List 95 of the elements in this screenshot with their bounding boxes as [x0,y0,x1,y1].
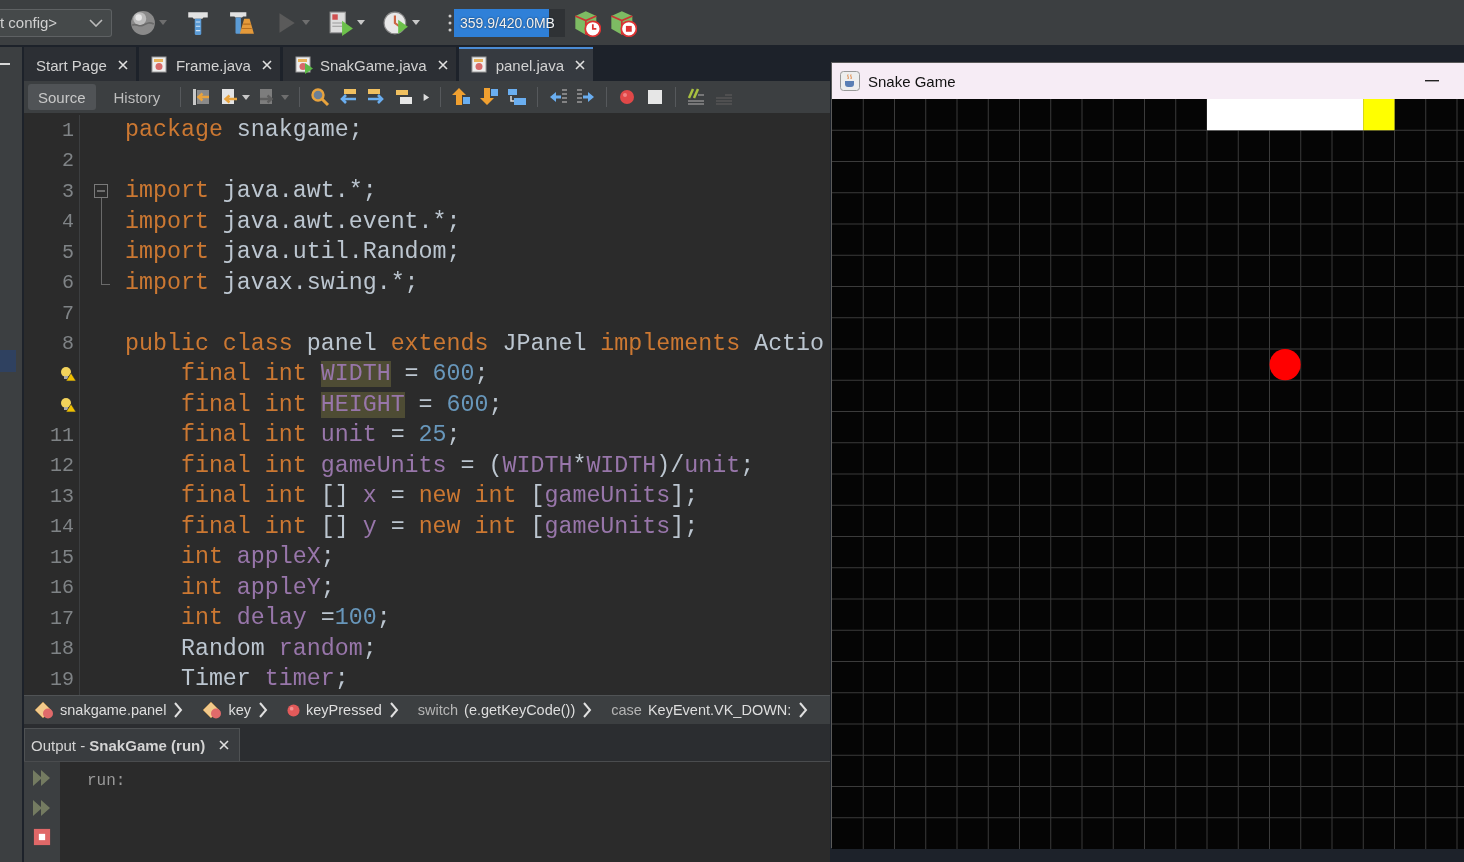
down-arrow-icon[interactable] [479,87,500,107]
editor-tab[interactable]: SnakGame.java [282,47,456,81]
editor-tab[interactable]: panel.java [458,47,594,81]
caret-icon[interactable] [412,20,420,25]
line-number: 5 [62,240,74,264]
file-icon [470,56,489,74]
bulb-warning-icon[interactable] [60,396,76,413]
code-line: final int [] y = new int [gameUnits]; [179,512,699,541]
fold-toggle[interactable] [94,184,108,198]
code-line: import java.awt.event.*; [125,207,461,236]
line-number: 18 [50,637,74,661]
line-number: 17 [50,606,74,630]
caret-icon[interactable] [357,20,365,25]
line-number: 14 [50,515,74,539]
code-line: int appleX; [179,543,335,572]
breadcrumb-item[interactable]: key [202,701,251,719]
class-icon [34,701,54,719]
view-tab[interactable]: History [103,84,171,110]
hammer-broom-icon[interactable] [229,9,255,36]
stop-icon[interactable] [33,828,51,846]
blocks-icon[interactable] [507,87,528,107]
window-title: Snake Game [868,72,956,90]
close-icon[interactable] [117,60,128,70]
code-line: int delay =100; [179,604,391,633]
line-number: 4 [62,210,74,234]
chevron-down-icon [89,18,103,27]
code-line: Timer timer; [179,665,349,694]
line-number: 7 [62,301,74,325]
output-tab[interactable]: Output - SnakGame (run) [24,728,241,761]
grip-icon[interactable] [448,12,452,33]
line-number: 8 [62,332,74,356]
code-line: public class panel extends JPanel implements Actio [125,329,825,358]
close-icon[interactable] [437,60,448,70]
chevron-icon[interactable] [388,702,399,718]
code-line: Random random; [179,634,377,663]
cube-clock-icon[interactable] [573,8,601,37]
bulb-warning-icon[interactable] [60,366,76,383]
close-icon[interactable] [219,740,230,750]
code-line: int appleY; [179,573,335,602]
code-line: final int [] x = new int [gameUnits]; [179,482,699,511]
search-icon[interactable] [310,87,331,107]
triangle-icon[interactable] [422,93,431,101]
output-text: run: [87,772,126,790]
configuration-dropdown[interactable]: t config> [0,8,112,37]
dot-icon [287,703,300,717]
globe-icon[interactable] [130,9,156,36]
highlight-icon[interactable] [394,87,415,107]
apple [1269,349,1301,381]
close-icon[interactable] [575,60,586,70]
hammer-icon[interactable] [185,9,211,36]
code-line: final int unit = 25; [179,421,461,450]
file-icon [150,56,169,74]
code-line: final int WIDTH = 600; [179,360,489,389]
class-icon [202,701,223,719]
comment-icon[interactable] [686,87,707,107]
code-line: package snakgame; [125,116,363,145]
line-number: 16 [50,576,74,600]
close-icon[interactable] [261,60,272,70]
code-line: final int gameUnits = (WIDTH*WIDTH)/unit; [179,451,755,480]
side-strip-marker [0,350,16,372]
line-number: 19 [50,667,74,691]
line-number: 12 [50,454,74,478]
line-number: 3 [62,179,74,203]
code-line: import java.awt.*; [125,177,377,206]
line-number: 11 [50,423,74,447]
code-line: import javax.swing.*; [125,268,419,297]
line-number: 13 [50,484,74,508]
chevron-icon[interactable] [258,702,268,718]
breadcrumb-item[interactable]: switch (e.getKeyCode()) [417,702,576,718]
up-arrow-icon[interactable] [451,87,472,107]
editor-tab[interactable]: Start Page [24,47,136,81]
clock-play-icon[interactable] [383,9,409,36]
line-number: 1 [62,118,74,142]
line-number: 15 [50,545,74,569]
line-number: 6 [62,271,74,295]
code-line: final int HEIGHT = 600; [179,390,503,419]
cup-icon [840,71,860,91]
breadcrumb-item[interactable]: keyPressed [287,702,382,718]
editor-tab[interactable]: Frame.java [138,47,280,81]
minimize-icon[interactable] [1425,80,1439,82]
caret-icon[interactable] [242,94,251,100]
bar-arrow-icon[interactable] [191,87,212,107]
line-number: 2 [62,149,74,173]
cube-stop-icon[interactable] [609,8,637,37]
document-play-icon[interactable] [328,9,354,36]
breadcrumb-item[interactable]: case KeyEvent.VK_DOWN: [611,702,792,718]
file-play-icon [294,56,313,74]
view-tab[interactable]: Source [28,84,96,110]
chevron-icon[interactable] [173,702,184,718]
snake-head [1363,99,1395,131]
code-line: import java.util.Random; [125,238,461,267]
chevron-icon[interactable] [582,702,593,718]
chevron-icon[interactable] [798,702,809,718]
document-arrow-icon[interactable] [219,87,240,107]
breadcrumb-item[interactable]: snakgame.panel [34,701,167,719]
